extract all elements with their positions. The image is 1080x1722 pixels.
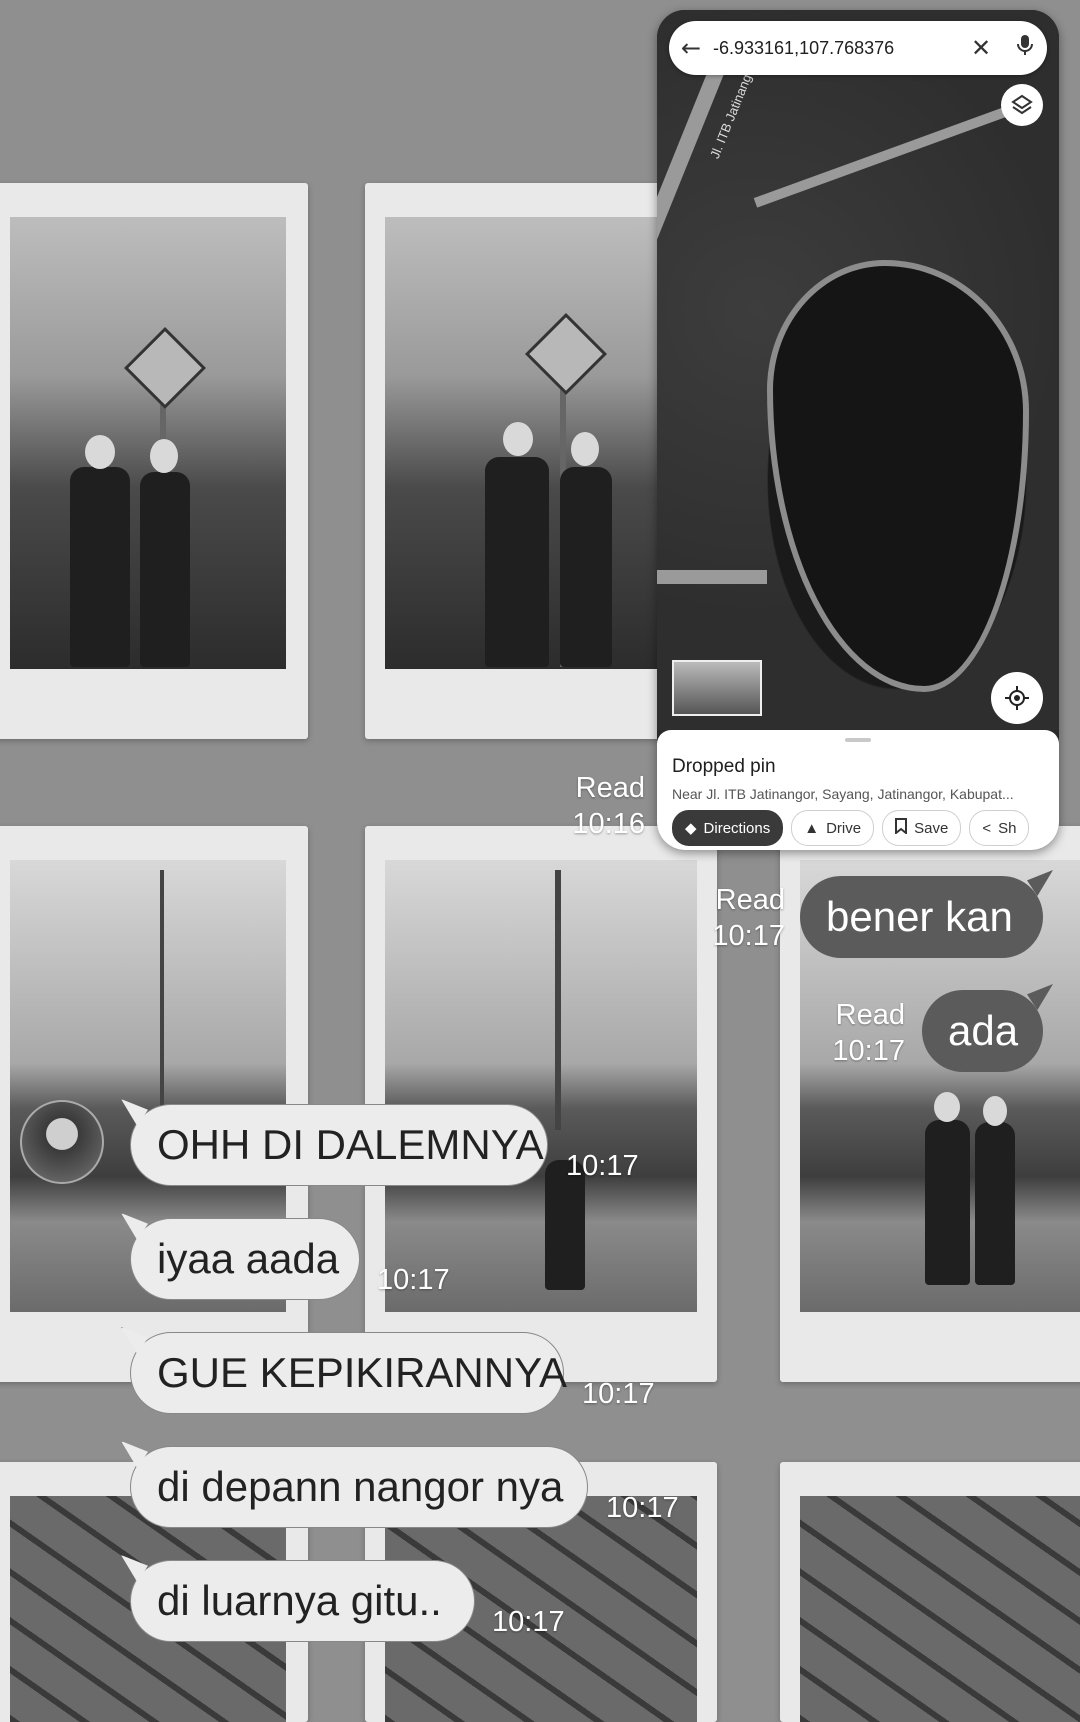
incoming-message[interactable]: GUE KEPIKIRANNYA xyxy=(121,1327,567,1414)
my-location-icon[interactable] xyxy=(991,672,1043,724)
incoming-message[interactable]: di depann nangor nya xyxy=(121,1441,588,1528)
action-chips: ◆ Directions ▲ Drive Save < Sh xyxy=(672,810,1030,846)
street-view-thumbnail[interactable] xyxy=(672,660,762,716)
message-text: bener kan xyxy=(826,893,1013,940)
lake-shape xyxy=(767,260,1029,692)
microphone-icon[interactable] xyxy=(1003,34,1047,62)
share-icon: < xyxy=(982,819,992,837)
message-time: 10:17 xyxy=(377,1264,450,1296)
message-meta: Read 10:17 xyxy=(700,882,785,954)
drive-button[interactable]: ▲ Drive xyxy=(791,810,875,846)
share-button[interactable]: < Sh xyxy=(969,810,1030,846)
message-time: 10:16 xyxy=(572,808,645,840)
navigation-arrow-icon: ▲ xyxy=(804,819,820,837)
outgoing-message[interactable]: bener kan xyxy=(800,870,1053,958)
message-time: 10:17 xyxy=(832,1035,905,1067)
search-query[interactable]: -6.933161,107.768376 xyxy=(713,38,959,59)
outgoing-message[interactable]: ada xyxy=(922,984,1053,1072)
bookmark-icon xyxy=(895,818,908,838)
place-sheet[interactable]: Dropped pin Near Jl. ITB Jatinangor, Say… xyxy=(657,730,1059,850)
message-time: 10:17 xyxy=(566,1150,639,1182)
incoming-message[interactable]: di luarnya gitu.. xyxy=(121,1555,475,1642)
place-address: Near Jl. ITB Jatinangor, Sayang, Jatinan… xyxy=(672,786,1014,802)
message-text: di luarnya gitu.. xyxy=(157,1577,442,1624)
message-time: 10:17 xyxy=(492,1606,565,1638)
message-text: OHH DI DALEMNYA xyxy=(157,1121,544,1168)
close-icon[interactable]: ✕ xyxy=(959,34,1003,62)
directions-button[interactable]: ◆ Directions xyxy=(672,810,784,846)
read-status: Read xyxy=(835,999,905,1031)
shared-map-image[interactable]: Jl. ITB Jatinangor ← -6.933161,107.76837… xyxy=(657,10,1059,850)
message-time: 10:17 xyxy=(712,920,785,952)
share-label: Sh xyxy=(998,819,1017,837)
incoming-message[interactable]: iyaa aada xyxy=(121,1213,360,1300)
message-text: iyaa aada xyxy=(157,1235,340,1282)
message-text: GUE KEPIKIRANNYA xyxy=(157,1349,567,1396)
wallpaper-photo xyxy=(365,183,695,739)
read-status: Read xyxy=(715,884,785,916)
save-button[interactable]: Save xyxy=(882,810,962,846)
message-text: ada xyxy=(948,1007,1019,1054)
read-status: Read xyxy=(575,772,645,804)
wallpaper-photo xyxy=(0,183,308,739)
directions-icon: ◆ xyxy=(685,820,697,837)
message-time: 10:17 xyxy=(582,1378,655,1410)
avatar[interactable] xyxy=(20,1100,104,1184)
message-time: 10:17 xyxy=(606,1492,679,1524)
search-bar[interactable]: ← -6.933161,107.768376 ✕ xyxy=(669,21,1047,75)
save-label: Save xyxy=(914,819,949,837)
back-arrow-icon[interactable]: ← xyxy=(669,34,713,62)
incoming-message[interactable]: OHH DI DALEMNYA xyxy=(121,1099,548,1186)
place-title: Dropped pin xyxy=(672,756,776,777)
message-meta: Read 10:17 xyxy=(820,997,905,1069)
map-view[interactable]: Jl. ITB Jatinangor xyxy=(657,10,1059,730)
layers-icon[interactable] xyxy=(1001,84,1043,126)
message-meta: Read 10:16 xyxy=(555,770,645,842)
wallpaper-photo xyxy=(780,1462,1080,1722)
directions-label: Directions xyxy=(703,819,771,837)
sheet-handle[interactable] xyxy=(845,738,871,742)
message-text: di depann nangor nya xyxy=(157,1463,564,1510)
drive-label: Drive xyxy=(826,819,862,837)
